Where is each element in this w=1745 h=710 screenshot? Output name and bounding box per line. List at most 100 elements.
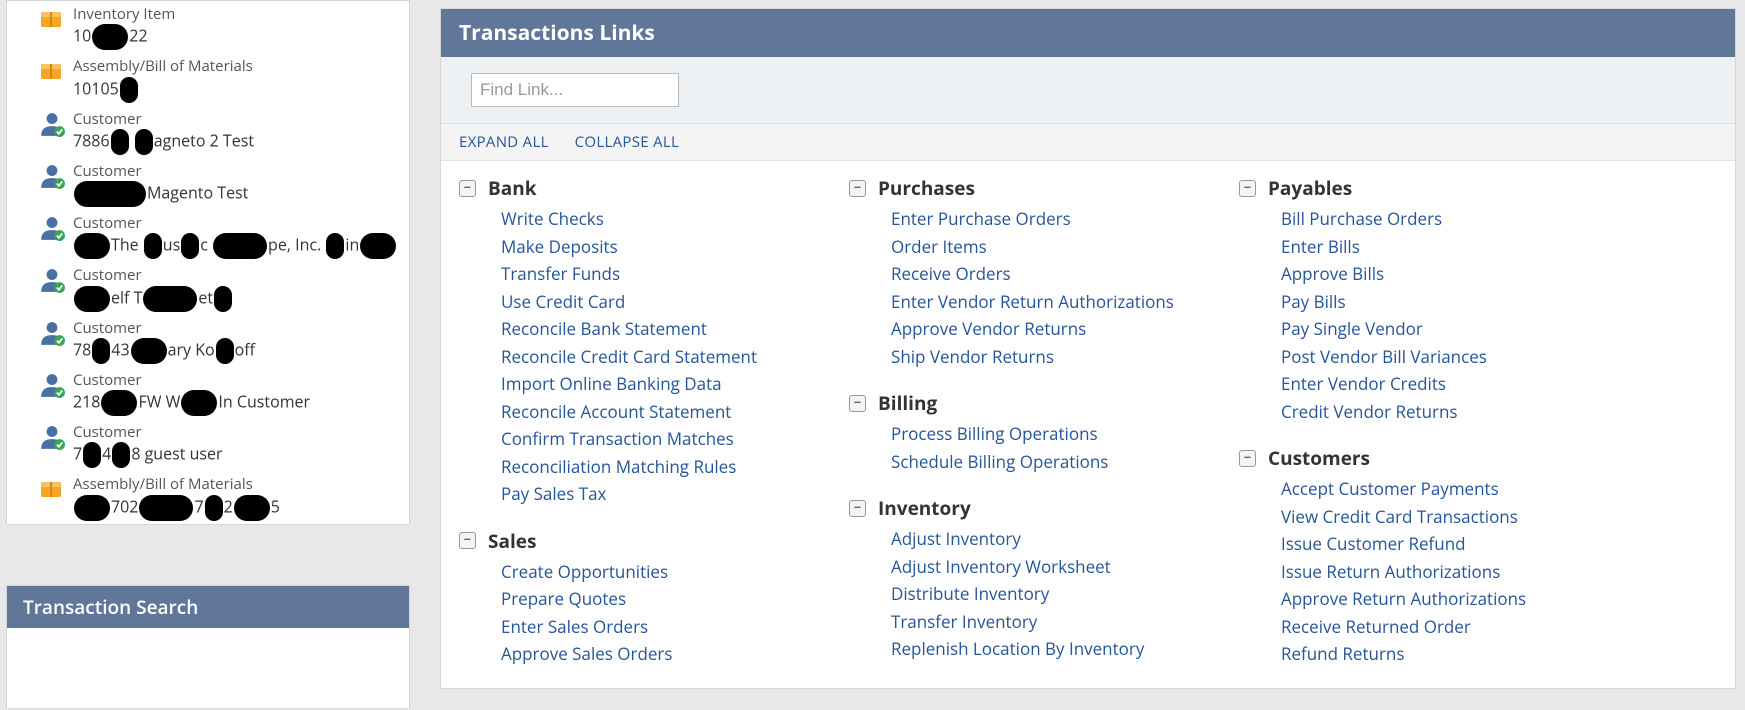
customer-icon bbox=[39, 111, 63, 135]
recent-record[interactable]: Assembly/Bill of Materials10105 bbox=[7, 53, 409, 105]
collapse-section-button[interactable]: − bbox=[1239, 450, 1256, 467]
transaction-link[interactable]: Transfer Funds bbox=[501, 260, 849, 288]
transaction-link[interactable]: Enter Vendor Return Authorizations bbox=[891, 288, 1239, 316]
transactions-links-panel: Transactions Links EXPAND ALL COLLAPSE A… bbox=[440, 8, 1736, 689]
collapse-all-link[interactable]: COLLAPSE ALL bbox=[575, 132, 679, 152]
record-detail-label: 1022 bbox=[73, 24, 175, 50]
transaction-link[interactable]: Bill Purchase Orders bbox=[1281, 205, 1669, 233]
transaction-link[interactable]: Reconcile Bank Statement bbox=[501, 315, 849, 343]
record-detail-label: 218FW WIn Customer bbox=[73, 390, 310, 416]
customer-icon bbox=[39, 424, 63, 448]
customer-icon bbox=[39, 372, 63, 396]
recent-record[interactable]: Customer7843ary Kooff bbox=[7, 315, 409, 367]
section-links: Enter Purchase OrdersOrder ItemsReceive … bbox=[849, 205, 1239, 370]
transaction-link[interactable]: View Credit Card Transactions bbox=[1281, 503, 1669, 531]
section-links: Create OpportunitiesPrepare QuotesEnter … bbox=[459, 558, 849, 668]
link-section: −Customers Accept Customer PaymentsView C… bbox=[1239, 445, 1669, 668]
transaction-link[interactable]: Reconciliation Matching Rules bbox=[501, 453, 849, 481]
collapse-section-button[interactable]: − bbox=[459, 532, 476, 549]
recent-record[interactable]: CustomerThe usc pe, Inc. in bbox=[7, 210, 409, 262]
collapse-section-button[interactable]: − bbox=[849, 500, 866, 517]
collapse-section-button[interactable]: − bbox=[849, 180, 866, 197]
transaction-link[interactable]: Receive Returned Order bbox=[1281, 613, 1669, 641]
transaction-link[interactable]: Order Items bbox=[891, 233, 1239, 261]
transaction-link[interactable]: Schedule Billing Operations bbox=[891, 448, 1239, 476]
transaction-link[interactable]: Approve Sales Orders bbox=[501, 640, 849, 668]
transaction-link[interactable]: Import Online Banking Data bbox=[501, 370, 849, 398]
transaction-link[interactable]: Issue Customer Refund bbox=[1281, 530, 1669, 558]
transaction-link[interactable]: Process Billing Operations bbox=[891, 420, 1239, 448]
transaction-link[interactable]: Reconcile Credit Card Statement bbox=[501, 343, 849, 371]
transaction-link[interactable]: Approve Bills bbox=[1281, 260, 1669, 288]
package-icon bbox=[39, 58, 63, 82]
transaction-link[interactable]: Pay Sales Tax bbox=[501, 480, 849, 508]
transaction-link[interactable]: Create Opportunities bbox=[501, 558, 849, 586]
collapse-section-button[interactable]: − bbox=[849, 395, 866, 412]
section-header: −Payables bbox=[1239, 175, 1669, 201]
recent-record[interactable]: Customer748 guest user bbox=[7, 419, 409, 471]
link-columns: −Bank Write ChecksMake DepositsTransfer F… bbox=[441, 161, 1735, 688]
transaction-link[interactable]: Approve Return Authorizations bbox=[1281, 585, 1669, 613]
recent-record[interactable]: Customer218FW WIn Customer bbox=[7, 367, 409, 419]
recent-record[interactable]: Inventory Item1022 bbox=[7, 1, 409, 53]
transaction-link[interactable]: Replenish Location By Inventory bbox=[891, 635, 1239, 663]
transaction-link[interactable]: Post Vendor Bill Variances bbox=[1281, 343, 1669, 371]
transaction-link[interactable]: Enter Sales Orders bbox=[501, 613, 849, 641]
section-header: −Inventory bbox=[849, 495, 1239, 521]
link-section: −Payables Bill Purchase OrdersEnter Bills… bbox=[1239, 175, 1669, 425]
transaction-link[interactable]: Issue Return Authorizations bbox=[1281, 558, 1669, 586]
record-detail-label: 748 guest user bbox=[73, 442, 223, 468]
recent-record[interactable]: Customerelf Tet bbox=[7, 262, 409, 314]
collapse-section-button[interactable]: − bbox=[1239, 180, 1256, 197]
record-detail-label: The usc pe, Inc. in bbox=[73, 233, 397, 259]
transaction-link[interactable]: Prepare Quotes bbox=[501, 585, 849, 613]
collapse-section-button[interactable]: − bbox=[459, 180, 476, 197]
transaction-link[interactable]: Write Checks bbox=[501, 205, 849, 233]
transaction-link[interactable]: Make Deposits bbox=[501, 233, 849, 261]
section-title: Payables bbox=[1268, 175, 1352, 201]
section-title: Inventory bbox=[878, 495, 971, 521]
record-type-label: Customer bbox=[73, 161, 248, 181]
transaction-link[interactable]: Approve Vendor Returns bbox=[891, 315, 1239, 343]
find-link-bar bbox=[441, 57, 1735, 124]
link-column: −Bank Write ChecksMake DepositsTransfer F… bbox=[459, 175, 849, 688]
section-links: Process Billing OperationsSchedule Billi… bbox=[849, 420, 1239, 475]
transaction-link[interactable]: Adjust Inventory Worksheet bbox=[891, 553, 1239, 581]
transaction-search-portlet: Transaction Search bbox=[6, 585, 410, 709]
transaction-link[interactable]: Accept Customer Payments bbox=[1281, 475, 1669, 503]
transaction-link[interactable]: Refund Returns bbox=[1281, 640, 1669, 668]
section-header: −Purchases bbox=[849, 175, 1239, 201]
record-type-label: Customer bbox=[73, 422, 223, 442]
transaction-link[interactable]: Ship Vendor Returns bbox=[891, 343, 1239, 371]
transaction-link[interactable]: Enter Vendor Credits bbox=[1281, 370, 1669, 398]
section-links: Bill Purchase OrdersEnter BillsApprove B… bbox=[1239, 205, 1669, 425]
recent-record[interactable]: Customer7886 agneto 2 Test bbox=[7, 106, 409, 158]
transaction-link[interactable]: Confirm Transaction Matches bbox=[501, 425, 849, 453]
section-title: Customers bbox=[1268, 445, 1370, 471]
recent-record[interactable]: Assembly/Bill of Materials702725 bbox=[7, 471, 409, 523]
section-links: Accept Customer PaymentsView Credit Card… bbox=[1239, 475, 1669, 668]
transaction-link[interactable]: Receive Orders bbox=[891, 260, 1239, 288]
transaction-link[interactable]: Pay Bills bbox=[1281, 288, 1669, 316]
record-detail-label: 10105 bbox=[73, 77, 253, 103]
recent-record[interactable]: CustomerMagento Test bbox=[7, 158, 409, 210]
transaction-link[interactable]: Use Credit Card bbox=[501, 288, 849, 316]
record-type-label: Assembly/Bill of Materials bbox=[73, 474, 280, 494]
link-column: −PayablesBill Purchase OrdersEnter Bills… bbox=[1239, 175, 1669, 688]
section-header: −Bank bbox=[459, 175, 849, 201]
transaction-link[interactable]: Enter Bills bbox=[1281, 233, 1669, 261]
transaction-link[interactable]: Transfer Inventory bbox=[891, 608, 1239, 636]
transaction-link[interactable]: Credit Vendor Returns bbox=[1281, 398, 1669, 426]
transaction-link[interactable]: Distribute Inventory bbox=[891, 580, 1239, 608]
transaction-link[interactable]: Reconcile Account Statement bbox=[501, 398, 849, 426]
section-links: Adjust InventoryAdjust Inventory Workshe… bbox=[849, 525, 1239, 663]
record-type-label: Customer bbox=[73, 318, 255, 338]
expand-all-link[interactable]: EXPAND ALL bbox=[459, 132, 549, 152]
section-title: Billing bbox=[878, 390, 937, 416]
panel-title: Transactions Links bbox=[441, 9, 1735, 57]
transaction-search-header: Transaction Search bbox=[7, 586, 409, 628]
transaction-link[interactable]: Adjust Inventory bbox=[891, 525, 1239, 553]
find-link-input[interactable] bbox=[471, 73, 679, 107]
transaction-link[interactable]: Pay Single Vendor bbox=[1281, 315, 1669, 343]
transaction-link[interactable]: Enter Purchase Orders bbox=[891, 205, 1239, 233]
